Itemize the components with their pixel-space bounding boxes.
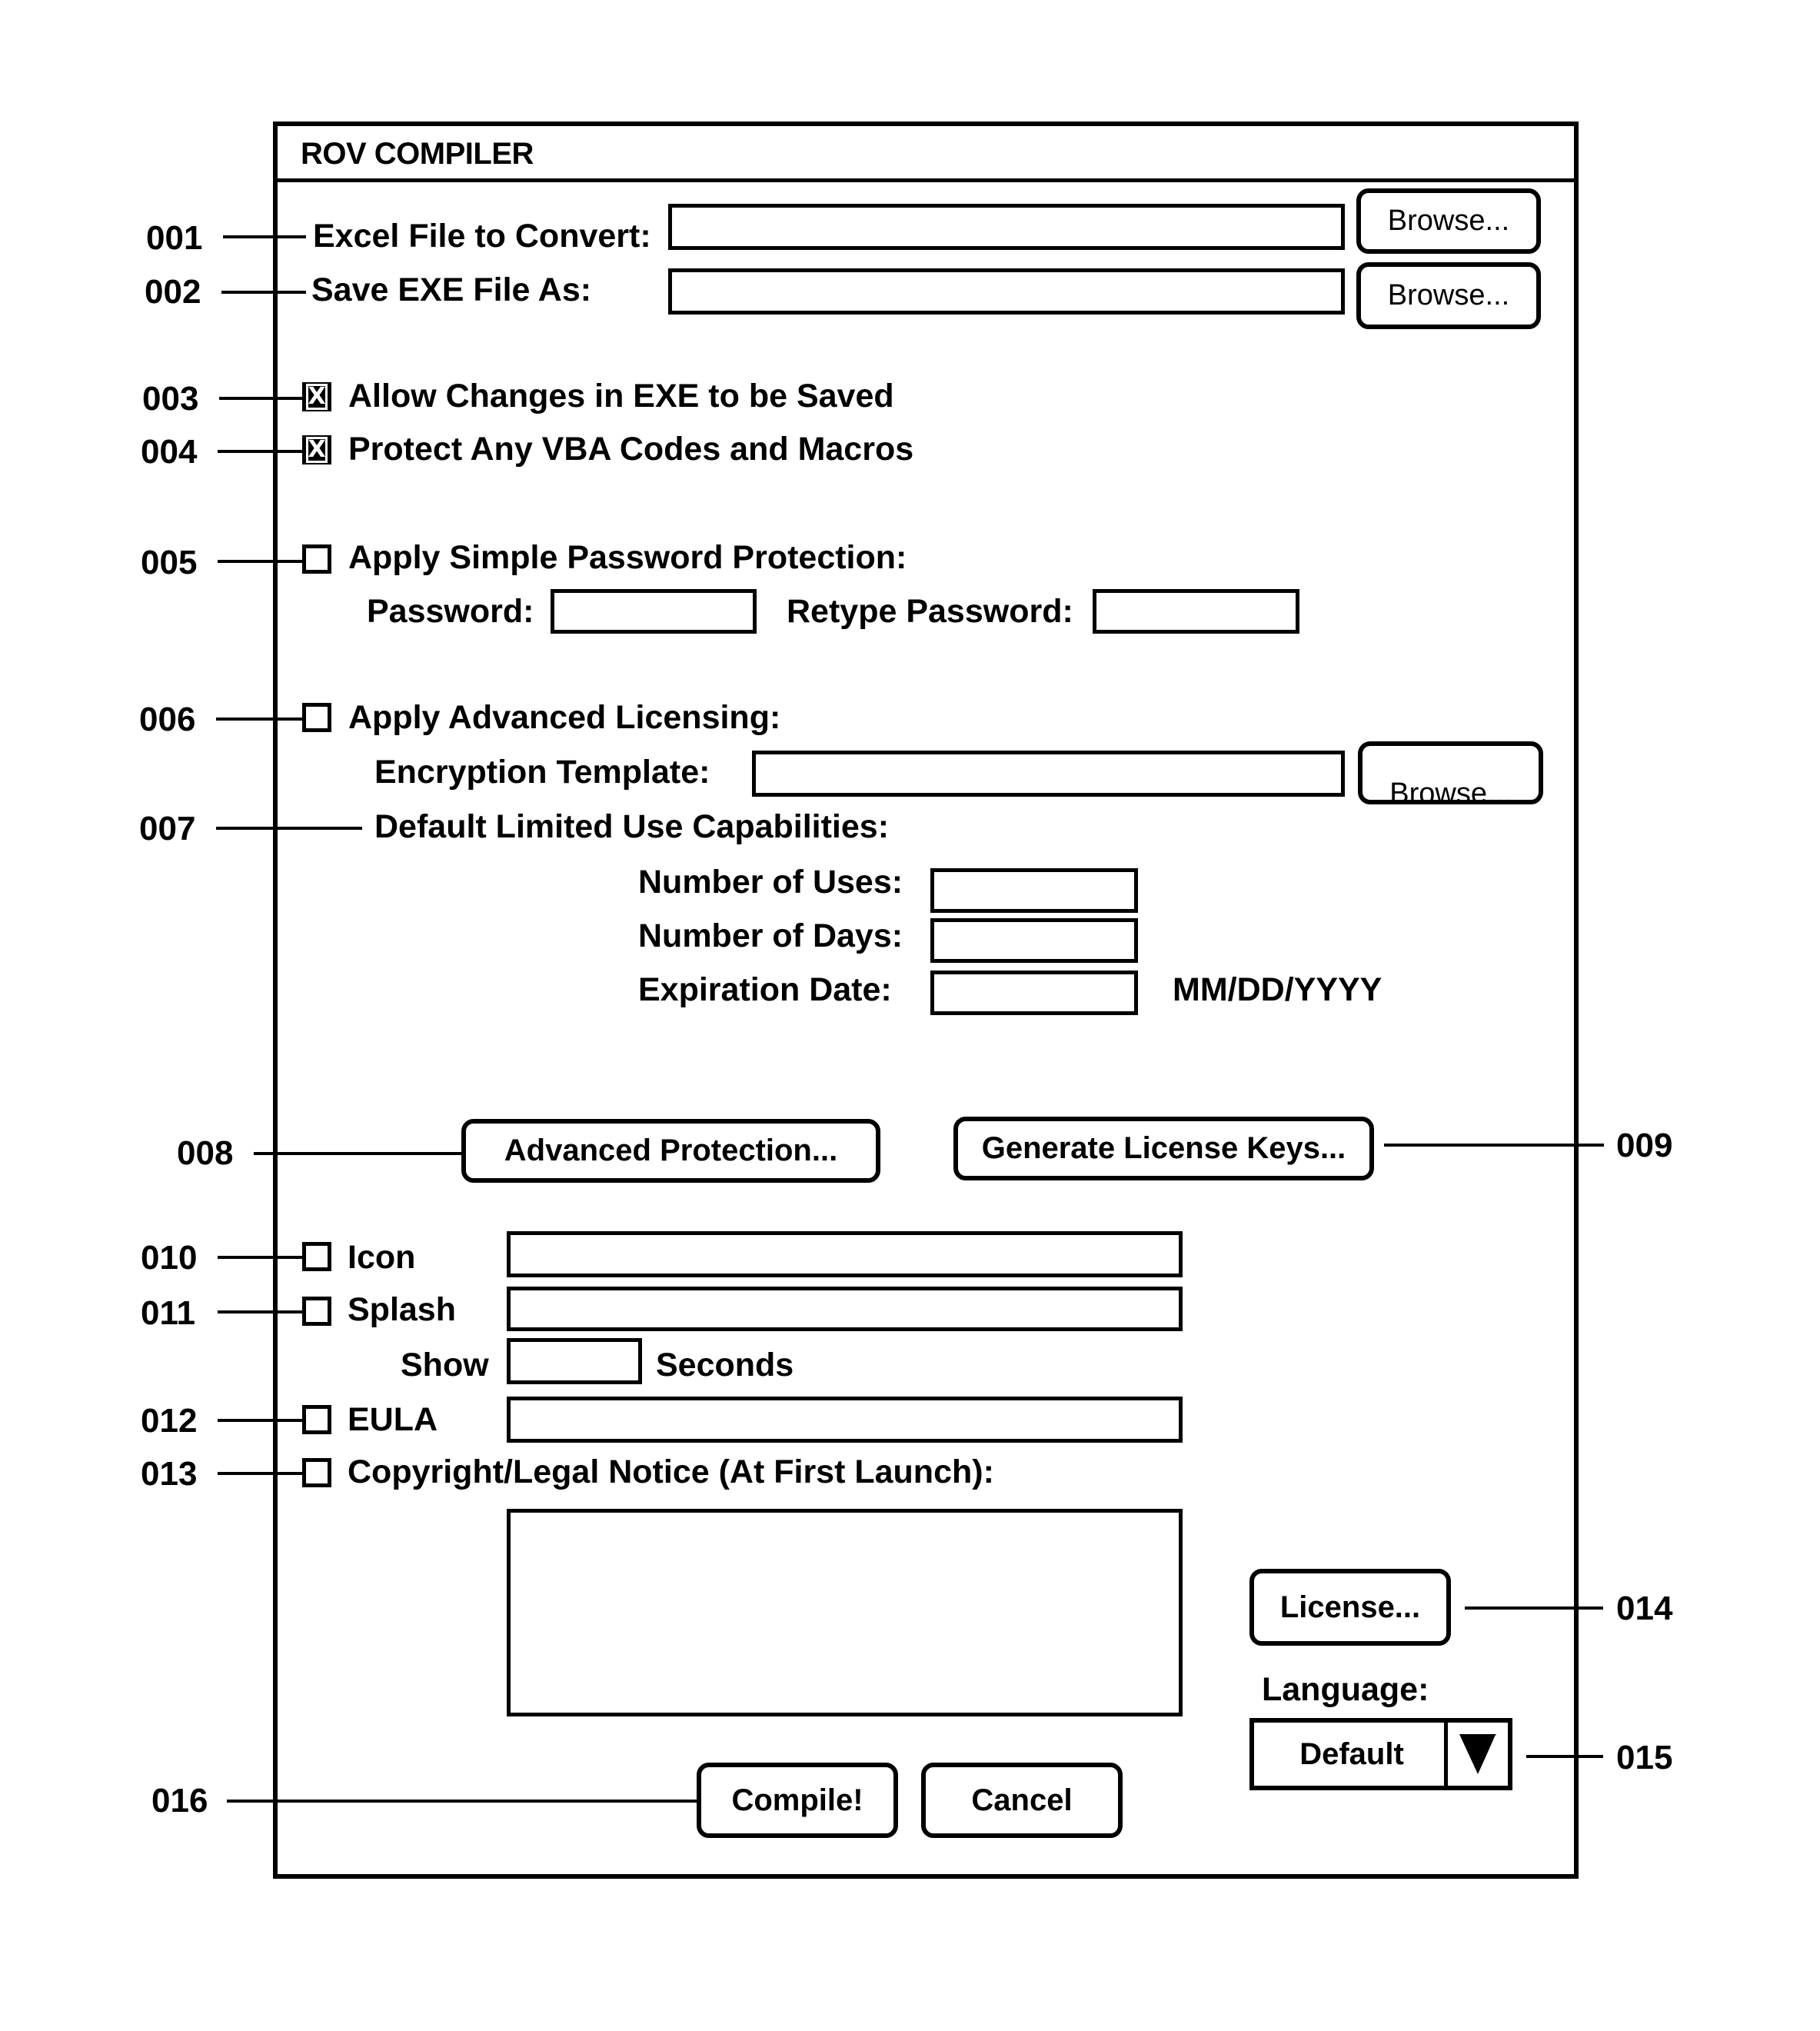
callout-001: 001 xyxy=(146,219,203,257)
callout-003: 003 xyxy=(142,380,199,418)
callout-002: 002 xyxy=(145,273,201,311)
callout-010-leader xyxy=(218,1256,304,1259)
advanced-protection-label: Advanced Protection... xyxy=(504,1134,838,1167)
expiration-date-input[interactable] xyxy=(930,971,1138,1015)
callout-005-leader xyxy=(218,560,304,563)
callout-003-leader xyxy=(219,397,304,400)
callout-006-leader xyxy=(216,718,304,721)
eula-label: EULA xyxy=(348,1401,438,1438)
expiration-date-label: Expiration Date: xyxy=(638,971,892,1008)
splash-path-input[interactable] xyxy=(507,1287,1183,1331)
callout-015-leader xyxy=(1526,1755,1603,1758)
show-label: Show xyxy=(401,1347,489,1383)
generate-license-keys-label: Generate License Keys... xyxy=(981,1131,1346,1165)
callout-013: 013 xyxy=(141,1455,198,1493)
callout-005: 005 xyxy=(141,544,198,581)
advanced-protection-button[interactable]: Advanced Protection... xyxy=(461,1119,880,1183)
splash-label: Splash xyxy=(348,1291,456,1328)
language-label: Language: xyxy=(1262,1671,1429,1708)
callout-012: 012 xyxy=(141,1402,198,1440)
compile-button[interactable]: Compile! xyxy=(697,1763,898,1838)
callout-007: 007 xyxy=(139,810,196,847)
language-select[interactable]: Default xyxy=(1249,1718,1512,1790)
allow-changes-label: Allow Changes in EXE to be Saved xyxy=(348,378,894,415)
password-label: Password: xyxy=(367,593,534,630)
generate-license-keys-button[interactable]: Generate License Keys... xyxy=(953,1117,1374,1180)
legal-notice-label: Copyright/Legal Notice (At First Launch)… xyxy=(348,1453,994,1490)
callout-001-leader xyxy=(223,235,306,238)
legal-notice-textarea[interactable] xyxy=(507,1509,1183,1716)
callout-016-leader xyxy=(227,1800,697,1803)
callout-011-leader xyxy=(218,1310,304,1313)
seconds-label: Seconds xyxy=(656,1347,794,1383)
callout-012-leader xyxy=(218,1419,304,1422)
callout-009-leader xyxy=(1384,1144,1604,1147)
legal-notice-checkbox[interactable] xyxy=(302,1458,331,1487)
callout-010: 010 xyxy=(141,1239,198,1277)
language-dropdown-button[interactable] xyxy=(1444,1723,1508,1786)
callout-006: 006 xyxy=(139,701,196,738)
callout-009: 009 xyxy=(1616,1127,1673,1164)
icon-label: Icon xyxy=(348,1239,416,1276)
eula-checkbox[interactable] xyxy=(302,1405,331,1434)
icon-path-input[interactable] xyxy=(507,1231,1183,1277)
save-exe-browse-button[interactable]: Browse... xyxy=(1356,262,1541,329)
protect-vba-label: Protect Any VBA Codes and Macros xyxy=(348,431,914,468)
advanced-licensing-checkbox[interactable] xyxy=(302,703,331,732)
check-x-icon: X xyxy=(306,437,328,463)
encryption-template-browse-button[interactable]: Browse... xyxy=(1358,741,1543,804)
icon-checkbox[interactable] xyxy=(302,1242,331,1271)
encryption-template-browse-label: Browse... xyxy=(1389,777,1512,804)
callout-014-leader xyxy=(1465,1606,1603,1610)
excel-file-input[interactable] xyxy=(668,204,1345,250)
protect-vba-checkbox[interactable]: X xyxy=(302,435,331,464)
window-title: ROV COMPILER xyxy=(301,137,534,171)
license-button[interactable]: License... xyxy=(1249,1569,1451,1646)
callout-002-leader xyxy=(221,291,306,294)
save-exe-label: Save EXE File As: xyxy=(311,271,592,308)
password-input[interactable] xyxy=(551,589,757,634)
callout-008: 008 xyxy=(177,1134,234,1172)
splash-checkbox[interactable] xyxy=(302,1297,331,1326)
check-x-icon: X xyxy=(306,384,328,410)
triangle-down-icon xyxy=(1459,1734,1498,1775)
callout-016: 016 xyxy=(151,1782,208,1820)
number-of-uses-input[interactable] xyxy=(930,868,1138,913)
encryption-template-label: Encryption Template: xyxy=(374,754,710,791)
retype-password-label: Retype Password: xyxy=(787,593,1073,630)
eula-path-input[interactable] xyxy=(507,1397,1183,1443)
number-of-days-input[interactable] xyxy=(930,918,1138,963)
license-label: License... xyxy=(1279,1590,1421,1624)
callout-007-leader xyxy=(216,827,362,830)
cancel-button[interactable]: Cancel xyxy=(921,1763,1123,1838)
number-of-uses-label: Number of Uses: xyxy=(638,864,903,901)
allow-changes-checkbox[interactable]: X xyxy=(302,382,331,411)
splash-seconds-input[interactable] xyxy=(507,1338,642,1384)
title-bar: ROV COMPILER xyxy=(278,126,1574,182)
callout-008-leader xyxy=(254,1152,463,1155)
retype-password-input[interactable] xyxy=(1093,589,1299,634)
excel-browse-button[interactable]: Browse... xyxy=(1356,188,1541,254)
callout-004-leader xyxy=(218,450,304,453)
number-of-days-label: Number of Days: xyxy=(638,917,903,954)
advanced-licensing-label: Apply Advanced Licensing: xyxy=(348,699,781,736)
password-protection-label: Apply Simple Password Protection: xyxy=(348,539,907,576)
excel-browse-label: Browse... xyxy=(1387,205,1510,237)
callout-004: 004 xyxy=(141,433,198,471)
callout-011: 011 xyxy=(141,1294,195,1332)
callout-014: 014 xyxy=(1616,1590,1673,1627)
date-format-hint: MM/DD/YYYY xyxy=(1173,971,1382,1008)
save-exe-input[interactable] xyxy=(668,268,1345,315)
compile-label: Compile! xyxy=(731,1783,863,1817)
limited-use-label: Default Limited Use Capabilities: xyxy=(374,808,890,845)
encryption-template-input[interactable] xyxy=(752,751,1345,797)
excel-file-label: Excel File to Convert: xyxy=(313,218,651,255)
save-exe-browse-label: Browse... xyxy=(1387,279,1510,311)
cancel-label: Cancel xyxy=(971,1783,1073,1817)
callout-013-leader xyxy=(218,1472,304,1475)
callout-015: 015 xyxy=(1616,1739,1673,1776)
language-selected-value: Default xyxy=(1299,1736,1404,1771)
password-protection-checkbox[interactable] xyxy=(302,544,331,574)
